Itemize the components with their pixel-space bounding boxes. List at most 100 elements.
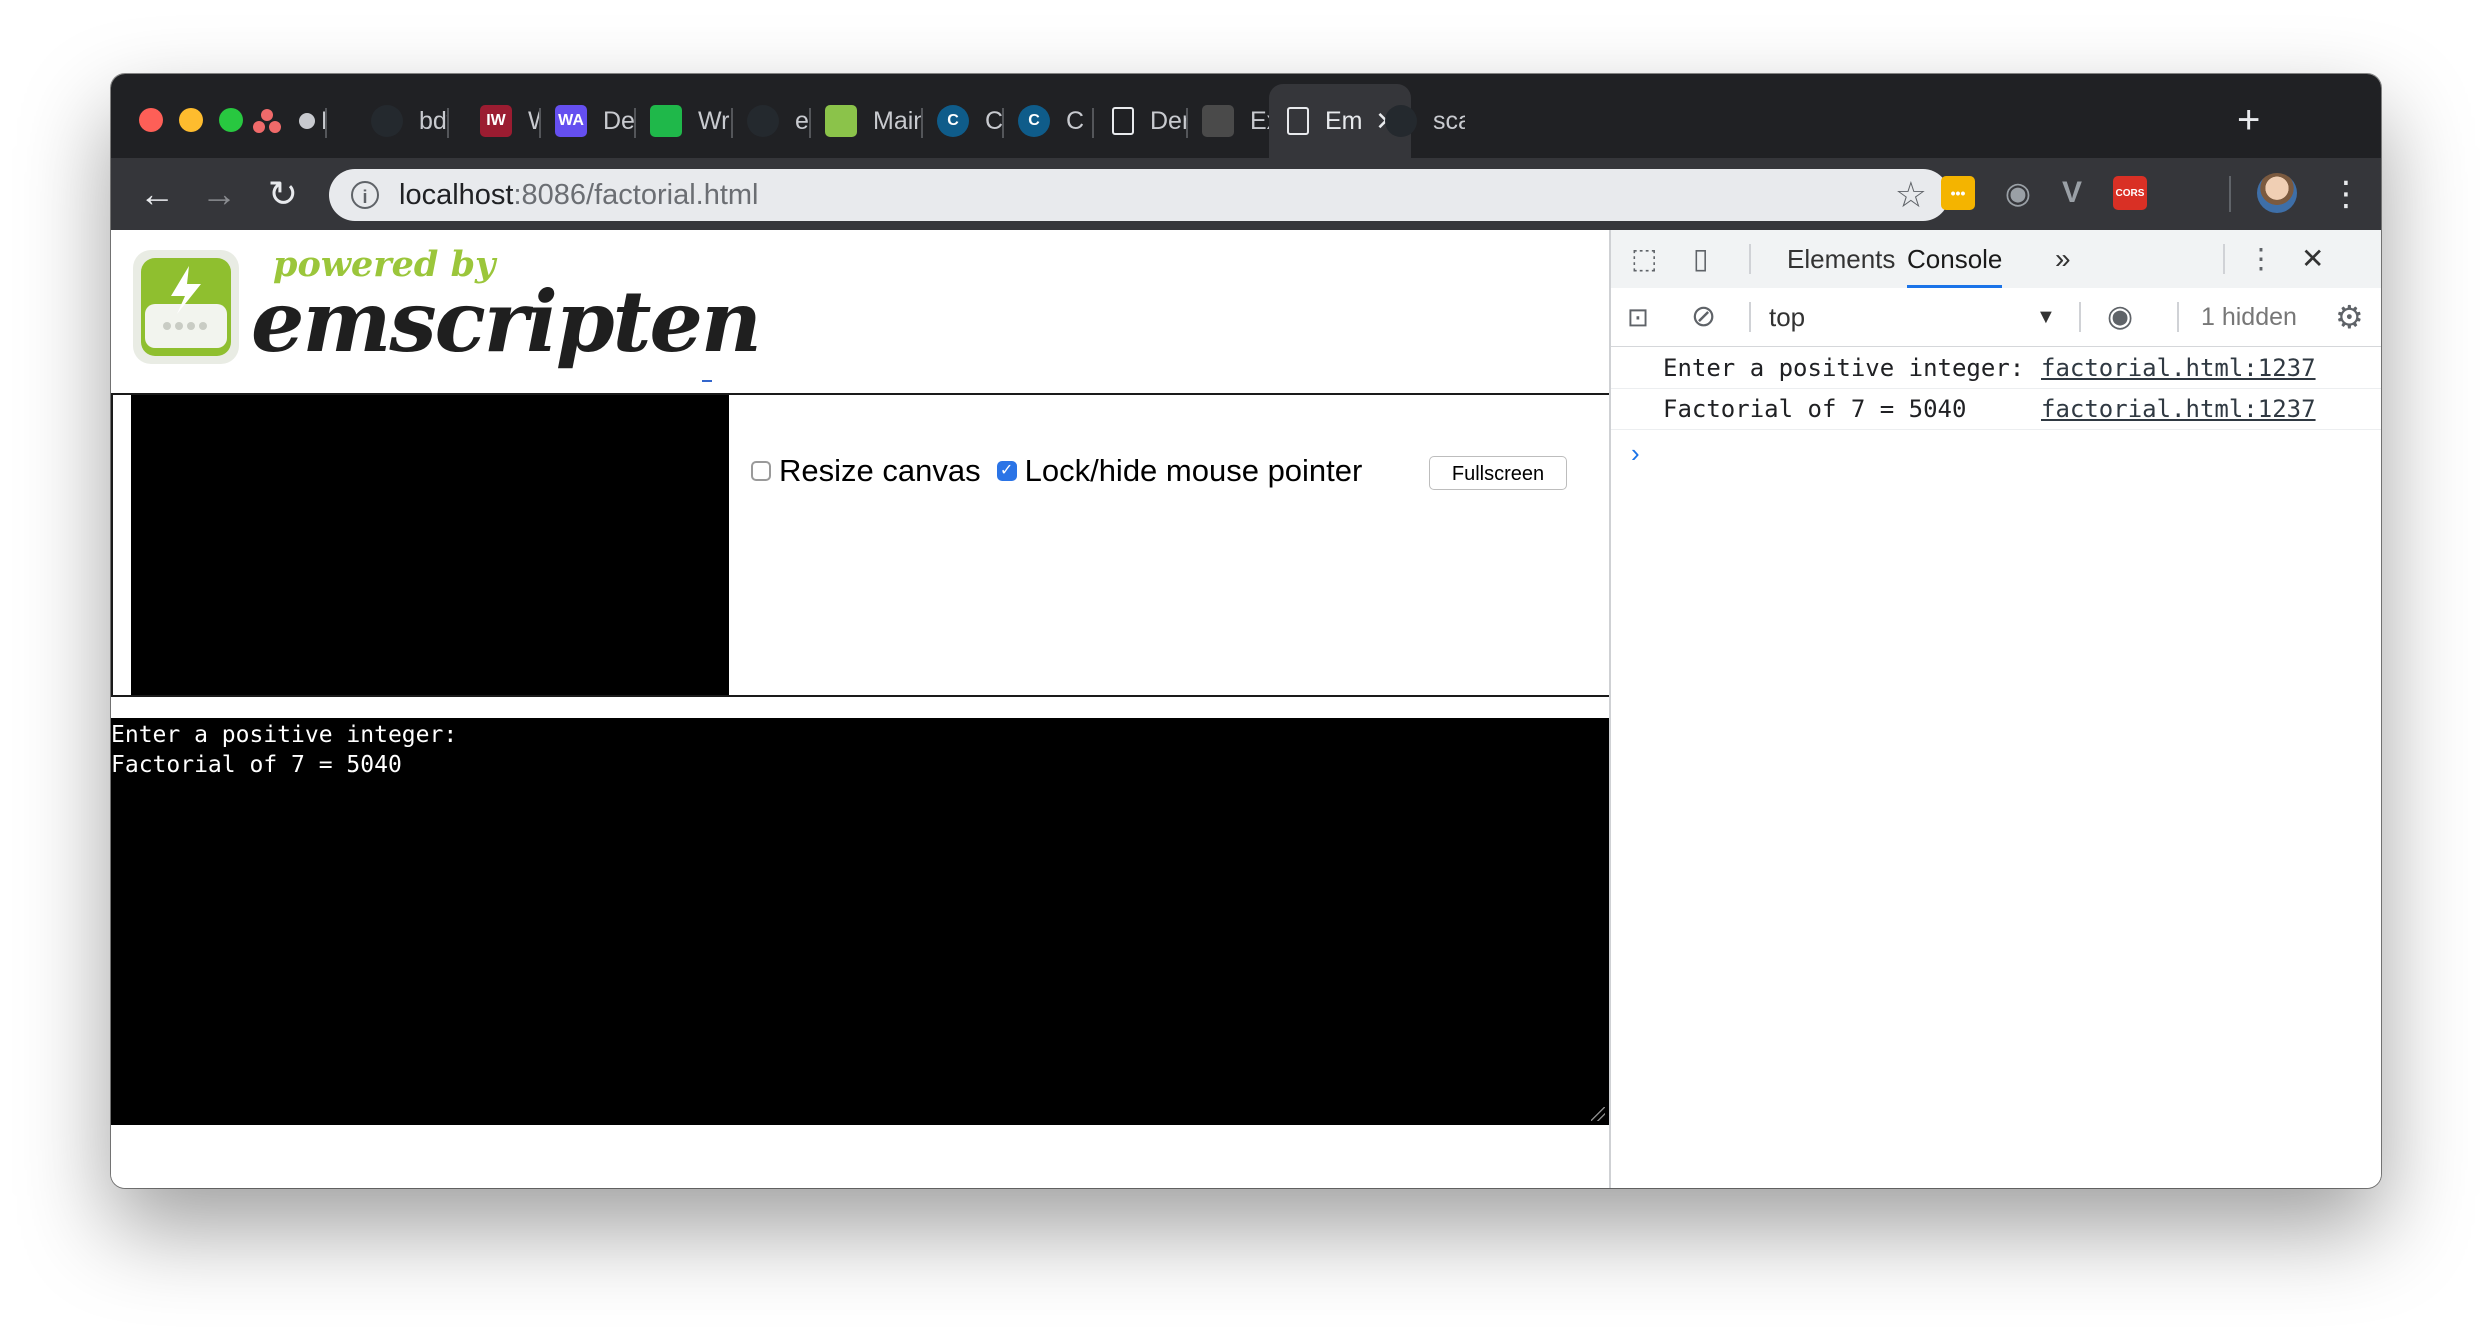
site-info-icon[interactable]: i [351, 181, 379, 209]
browser-tab[interactable]: IWWhat i [466, 84, 541, 158]
webassembly-icon: WA [555, 105, 587, 137]
chevron-down-icon[interactable]: ▼ [2036, 288, 2056, 346]
browser-tab[interactable]: emscr [733, 84, 811, 158]
github-icon [371, 105, 403, 137]
profile-avatar[interactable] [2257, 173, 2297, 213]
browser-tab[interactable]: Bra [237, 84, 327, 158]
output-text: Enter a positive integer: Factorial of 7… [111, 722, 458, 778]
devtools-divider [2223, 244, 2225, 274]
bookmark-star-icon[interactable]: ☆ [1895, 175, 1927, 215]
inspect-element-icon[interactable]: ⬚ [1631, 230, 1657, 288]
devtools-divider [1749, 302, 1751, 332]
console-settings-gear-icon[interactable]: ⚙ [2335, 288, 2364, 346]
live-expression-eye-icon[interactable]: ◉ [2107, 288, 2133, 346]
minimize-window-button[interactable] [179, 108, 203, 132]
devtools-tabbar: ⬚ ▯ Elements Console » ⋮ ✕ [1611, 230, 2381, 289]
hidden-messages-count[interactable]: 1 hidden [2201, 288, 2297, 346]
close-devtools-icon[interactable]: ✕ [2301, 230, 2324, 288]
browser-tab[interactable]: Demo [1094, 84, 1188, 158]
console-prompt-icon[interactable]: › [1631, 438, 1640, 469]
asana-icon [251, 105, 283, 137]
github-icon [1385, 105, 1417, 137]
url-text: localhost:8086/factorial.html [399, 179, 758, 212]
emscripten-logo-icon [131, 248, 241, 366]
devtools-divider [1749, 244, 1751, 274]
context-selector[interactable]: top [1769, 288, 1805, 346]
console-toolbar: ⊡ ⊘ top ▼ ◉ 1 hidden ⚙ [1611, 288, 2381, 347]
resize-canvas-checkbox[interactable] [751, 461, 771, 481]
c-icon: C [937, 105, 969, 137]
tab-title: C Prog [1066, 106, 1094, 135]
resize-canvas-label[interactable]: Resize canvas [779, 453, 981, 489]
tab-elements[interactable]: Elements [1787, 230, 1895, 288]
devtools-panel: ⬚ ▯ Elements Console » ⋮ ✕ ⊡ ⊘ top ▼ ◉ 1… [1609, 230, 2381, 1188]
browser-tab[interactable]: Examp [1188, 84, 1281, 158]
chrome-menu-icon[interactable]: ⋮ [2329, 172, 2363, 216]
devtools-divider [2079, 302, 2081, 332]
vue-devtools-icon[interactable]: V [2055, 176, 2089, 210]
browser-tab[interactable]: CC Prog [923, 84, 1004, 158]
forward-button[interactable]: → [197, 172, 241, 216]
canvas-container: Resize canvas ✓ Lock/hide mouse pointer … [111, 393, 1609, 697]
tab-title: Demo [1150, 106, 1188, 135]
console-message: Factorial of 7 = 5040 [1663, 395, 1967, 423]
console-log-row: Factorial of 7 = 5040 factorial.html:123… [1611, 389, 2381, 430]
browser-toolbar: ← → ↻ i localhost:8086/factorial.html ☆ … [111, 158, 2381, 230]
browser-window: Bra bdwei IWWhat i WA Develo Writeemscr Main -… [111, 74, 2381, 1188]
lock-pointer-label[interactable]: Lock/hide mouse pointer [1025, 453, 1363, 489]
document-icon [1112, 107, 1134, 135]
tab-console[interactable]: Console [1907, 230, 2003, 288]
fullscreen-button[interactable]: Fullscreen [1429, 456, 1567, 490]
document-icon [1287, 107, 1309, 135]
tab-separator [447, 108, 449, 138]
browser-tab[interactable]: C C Prog [1004, 84, 1094, 158]
devtools-divider [2177, 302, 2179, 332]
back-button[interactable]: ← [135, 172, 179, 216]
camera-icon[interactable]: ◉ [2001, 176, 2035, 210]
console-source-link[interactable]: factorial.html:1237 [2041, 348, 2316, 388]
browser-tab[interactable]: bdwei [357, 84, 449, 158]
browser-tab[interactable]: Main - [811, 84, 923, 158]
stack-icon [1202, 105, 1234, 137]
book-icon [825, 105, 857, 137]
device-toolbar-icon[interactable]: ▯ [1693, 230, 1708, 288]
lock-pointer-checkbox[interactable]: ✓ [996, 461, 1017, 481]
c-icon: C [1018, 105, 1050, 137]
tab-title: Em [1325, 106, 1363, 135]
tab-separator [325, 108, 327, 138]
console-message: Enter a positive integer: [1663, 354, 2025, 382]
reload-button[interactable]: ↻ [261, 172, 305, 216]
close-window-button[interactable] [139, 108, 163, 132]
progress-indicator [702, 380, 712, 382]
clock-icon [650, 105, 682, 137]
emscripten-canvas[interactable] [131, 395, 729, 695]
tab-title: bdwei [419, 106, 449, 135]
canvas-controls: Resize canvas ✓ Lock/hide mouse pointer [751, 453, 1362, 489]
url-path: :8086/factorial.html [513, 178, 759, 211]
address-bar[interactable]: i localhost:8086/factorial.html ☆ [329, 169, 1949, 221]
devtools-menu-icon[interactable]: ⋮ [2247, 230, 2275, 288]
new-tab-button[interactable]: + [2237, 100, 2260, 140]
console-source-link[interactable]: factorial.html:1237 [2041, 389, 2316, 429]
sticky-notes-icon[interactable]: ••• [1941, 176, 1975, 210]
resize-grip-icon[interactable] [1591, 1107, 1605, 1121]
tab-title: Main - [873, 106, 923, 135]
audio-dot-icon [299, 113, 315, 129]
tab-strip: Bra bdwei IWWhat i WA Develo Writeemscr Main -… [111, 74, 2381, 158]
tab-title: scanf [1433, 106, 1465, 135]
console-sidebar-icon[interactable]: ⊡ [1627, 288, 1649, 346]
output-textarea[interactable]: Enter a positive integer: Factorial of 7… [111, 718, 1609, 1125]
web-page: powered by emscripten Resize canvas ✓ Lo… [111, 230, 1609, 1188]
clear-console-icon[interactable]: ⊘ [1691, 288, 1716, 346]
tab-title: Write [698, 106, 733, 135]
more-tabs-icon[interactable]: » [2055, 230, 2071, 288]
cors-icon[interactable]: CORS [2113, 176, 2147, 210]
browser-tab[interactable]: WA Develo [541, 84, 636, 158]
tab-title: Develo [603, 106, 636, 135]
console-log-row: Enter a positive integer: factorial.html… [1611, 348, 2381, 389]
browser-tab[interactable]: scanf [1371, 84, 1465, 158]
github-icon [747, 105, 779, 137]
url-host: localhost [399, 178, 514, 211]
browser-tab[interactable]: Write [636, 84, 733, 158]
toolbar-divider [2229, 176, 2231, 212]
